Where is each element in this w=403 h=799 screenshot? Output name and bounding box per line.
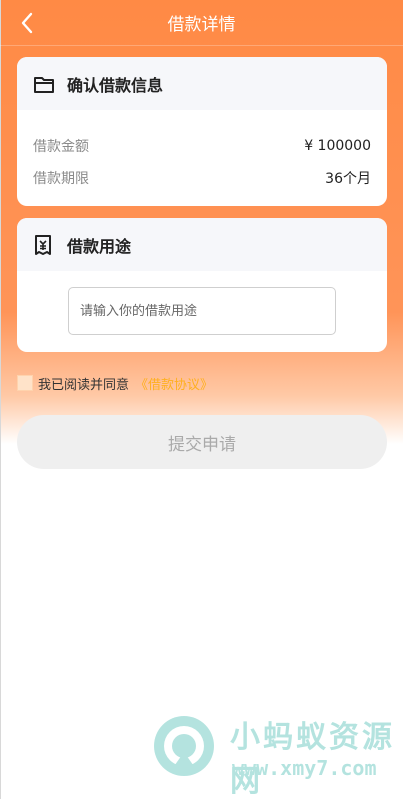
watermark-url: www.xmy7.com: [232, 756, 377, 780]
loan-term-row: 借款期限 36个月: [17, 164, 387, 192]
chevron-left-icon: [21, 12, 33, 34]
receipt-icon: [33, 234, 55, 256]
loan-amount-value: ¥ 100000: [304, 138, 371, 154]
confirm-loan-card: 确认借款信息 借款金额 ¥ 100000 借款期限 36个月: [17, 57, 387, 206]
nav-bar: 借款详情: [0, 0, 403, 46]
purpose-card-title: 借款用途: [67, 236, 132, 256]
agreement-text: 我已阅读并同意: [38, 377, 130, 393]
loan-amount-row: 借款金额 ¥ 100000: [17, 132, 387, 160]
submit-button[interactable]: 提交申请: [17, 415, 387, 469]
purpose-card-header: 借款用途: [17, 218, 387, 271]
wallet-icon: [33, 73, 55, 95]
loan-term-label: 借款期限: [33, 171, 89, 187]
loan-amount-label: 借款金额: [33, 139, 89, 155]
page-border: [0, 0, 1, 799]
confirm-card-title: 确认借款信息: [67, 75, 164, 95]
ant-logo-icon: [154, 716, 214, 776]
loan-purpose-card: 借款用途: [17, 218, 387, 352]
agreement-checkbox[interactable]: [17, 375, 33, 391]
loan-purpose-input[interactable]: [68, 287, 336, 335]
agreement-row: 我已阅读并同意 《借款协议》: [17, 373, 213, 393]
page-title: 借款详情: [167, 15, 236, 35]
back-button[interactable]: [14, 10, 40, 36]
loan-info-list: 借款金额 ¥ 100000 借款期限 36个月: [17, 110, 387, 192]
agreement-link[interactable]: 《借款协议》: [135, 374, 213, 393]
confirm-card-header: 确认借款信息: [17, 57, 387, 110]
loan-term-value: 36个月: [325, 171, 371, 187]
watermark: 小蚂蚁资源网 www.xmy7.com: [150, 710, 403, 799]
